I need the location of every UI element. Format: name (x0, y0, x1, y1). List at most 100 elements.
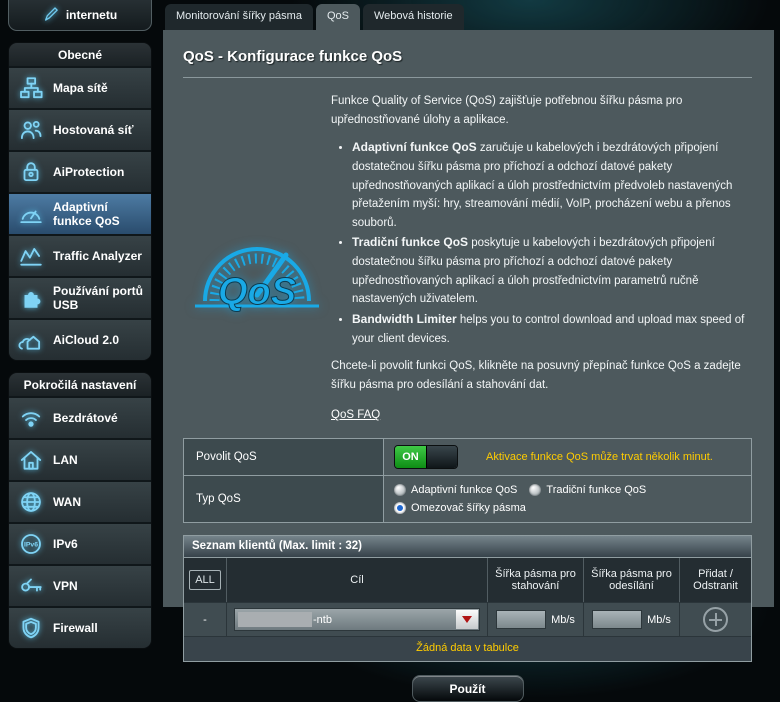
col-add-remove: Přidat / Odstranit (679, 558, 751, 602)
gauge-logo-text: QoS (218, 271, 296, 313)
sidebar-item-hostovan-s[interactable]: Hostovaná síť (9, 108, 151, 150)
sidebar-item-aiprotection[interactable]: AiProtection (9, 150, 151, 192)
sidebar-item-aicloud-2-0[interactable]: AiCloud 2.0 (9, 318, 151, 360)
sidebar-item-vpn[interactable]: VPN (9, 564, 151, 606)
col-upload-bandwidth: Šířka pásma pro odesílání (583, 558, 679, 602)
toggle-on-label: ON (395, 446, 426, 468)
toggle-handle (426, 446, 457, 468)
client-list-table: Seznam klientů (Max. limit : 32) ALL Cíl… (183, 535, 752, 662)
sidebar-item-lan[interactable]: LAN (9, 438, 151, 480)
target-client-select[interactable]: -ntb (234, 608, 480, 631)
sidebar-item-mapa-s-t[interactable]: Mapa sítě (9, 66, 151, 108)
bullet-lead: Bandwidth Limiter (352, 311, 457, 326)
enable-qos-label: Povolit QoS (184, 439, 384, 475)
sidebar-item-ipv6[interactable]: IPv6 IPv6 (9, 522, 151, 564)
row-index: - (203, 613, 207, 626)
cloud-home-icon (16, 327, 46, 353)
globe-icon (16, 489, 46, 515)
client-table-header: ALL Cíl Šířka pásma pro stahování Šířka … (184, 558, 751, 602)
vpn-icon (16, 573, 46, 599)
select-all-button[interactable]: ALL (189, 570, 221, 590)
sidebar-item-label: IPv6 (53, 536, 78, 551)
outro-text: Chcete-li povolit funkci QoS, klikněte n… (331, 360, 741, 391)
quick-internet-setup-button[interactable]: internetu (8, 0, 152, 31)
activation-warning: Aktivace funkce QoS může trvat několik m… (486, 451, 713, 463)
sidebar-item-label: Mapa sítě (53, 80, 108, 95)
description-text: Funkce Quality of Service (QoS) zajišťuj… (331, 84, 752, 425)
sidebar-item-label: Bezdrátové (53, 410, 118, 425)
qos-type-options: Adaptivní funkce QoS Tradiční funkce QoS O… (384, 476, 751, 522)
tab-monitorov-n-ky-p-sma[interactable]: Monitorování šířky pásma (165, 4, 313, 30)
wifi-icon (16, 405, 46, 431)
sidebar-item-label: AiCloud 2.0 (53, 332, 120, 347)
client-entry-row: - -ntb Mb/s Mb/s (184, 602, 751, 636)
col-download-bandwidth: Šířka pásma pro stahování (487, 558, 583, 602)
radio-button-icon[interactable] (394, 502, 406, 515)
sidebar-item-label: VPN (53, 578, 78, 593)
bullet-lead: Adaptivní funkce QoS (352, 140, 477, 155)
qis-label: internetu (65, 8, 118, 22)
radio-label: Omezovač šířky pásma (411, 502, 526, 515)
svg-text:IPv6: IPv6 (24, 542, 38, 549)
setup-pen-icon (43, 6, 59, 25)
qos-type-option-adaptivn-funkce-qos[interactable]: Adaptivní funkce QoS (394, 483, 518, 496)
feature-bullet-tradi-n-funkce-qos: Tradiční funkce QoS poskytuje u kabelový… (352, 233, 748, 309)
sidebar-section-pokro-il-nastaven: Pokročilá nastavení Bezdrátové LAN WAN IPv6 I… (8, 372, 152, 649)
home-icon (16, 447, 46, 473)
title-divider (183, 77, 752, 78)
sidebar-item-label: LAN (53, 452, 78, 467)
sidebar-item-firewall[interactable]: Firewall (9, 606, 151, 648)
sidebar-section-obecn: Obecné Mapa sítě Hostovaná síť AiProtection… (8, 42, 152, 361)
qos-type-option-omezova-ky-p-sma[interactable]: Omezovač šířky pásma (394, 502, 526, 515)
usb-puzzle-icon (16, 285, 46, 311)
apply-button[interactable]: Použít (411, 675, 524, 702)
tab-webov-historie[interactable]: Webová historie (362, 4, 464, 30)
sidebar-section-title: Pokročilá nastavení (9, 373, 151, 396)
dropdown-arrow-icon[interactable] (456, 610, 478, 629)
network-map-icon (16, 75, 46, 101)
guest-network-icon (16, 117, 46, 143)
client-list-title: Seznam klientů (Max. limit : 32) (184, 536, 751, 558)
sidebar-item-pou-v-n-port-usb[interactable]: Používání portů USB (9, 276, 151, 318)
ipv6-icon: IPv6 (16, 531, 46, 557)
traffic-chart-icon (16, 243, 46, 269)
tab-qos[interactable]: QoS (315, 4, 360, 30)
feature-bullet-bandwidth-limiter: Bandwidth Limiter helps you to control d… (352, 310, 748, 348)
page-title: QoS - Konfigurace funkce QoS (183, 48, 403, 65)
sidebar-item-wan[interactable]: WAN (9, 480, 151, 522)
add-client-icon[interactable] (703, 607, 728, 632)
qos-gauge-icon: QoS (183, 84, 331, 425)
sidebar-item-label: Adaptivní funkce QoS (53, 199, 120, 228)
bullet-text: zaručuje u kabelových i bezdrátových při… (352, 142, 733, 229)
sidebar-section-title: Obecné (9, 43, 151, 66)
feature-bullet-adaptivn-funkce-qos: Adaptivní funkce QoS zaručuje u kabelový… (352, 138, 748, 232)
intro-text: Funkce Quality of Service (QoS) zajišťuj… (331, 95, 683, 126)
sidebar-sections: Obecné Mapa sítě Hostovaná síť AiProtection… (8, 42, 152, 649)
download-bandwidth-input[interactable] (496, 610, 547, 629)
content-panel: QoS - Konfigurace funkce QoS QoS Funkce … (163, 30, 774, 702)
gauge-icon (16, 201, 46, 227)
target-select-value: -ntb (313, 613, 332, 626)
settings-table: Povolit QoS ON Aktivace funkce QoS může … (183, 438, 752, 523)
sidebar-item-label: Hostovaná síť (53, 122, 134, 137)
qos-type-option-tradi-n-funkce-qos[interactable]: Tradiční funkce QoS (529, 483, 647, 496)
radio-label: Adaptivní funkce QoS (411, 483, 518, 496)
sidebar-item-label: WAN (53, 494, 81, 509)
qos-faq-link[interactable]: QoS FAQ (331, 406, 380, 425)
bullet-lead: Tradiční funkce QoS (352, 235, 469, 250)
radio-label: Tradiční funkce QoS (546, 483, 647, 496)
sidebar: internetu Obecné Mapa sítě Hostovaná síť Ai… (8, 0, 152, 649)
radio-button-icon[interactable] (529, 483, 542, 496)
qos-enable-toggle[interactable]: ON (394, 445, 458, 469)
radio-button-icon[interactable] (394, 483, 406, 496)
upload-bandwidth-input[interactable] (592, 610, 643, 629)
sidebar-item-adaptivn-funkce-qos[interactable]: Adaptivní funkce QoS (9, 192, 151, 234)
sidebar-item-bezdr-tov[interactable]: Bezdrátové (9, 396, 151, 438)
firewall-shield-icon (16, 615, 46, 641)
description-section: QoS Funkce Quality of Service (QoS) zaji… (183, 84, 752, 425)
sidebar-item-label: AiProtection (53, 164, 125, 179)
qos-type-label: Typ QoS (184, 476, 384, 522)
empty-table-message: Žádná data v tabulce (184, 636, 751, 661)
tab-bar: Monitorování šířky pásma QoS Webová histor… (165, 4, 464, 30)
sidebar-item-traffic-analyzer[interactable]: Traffic Analyzer (9, 234, 151, 276)
